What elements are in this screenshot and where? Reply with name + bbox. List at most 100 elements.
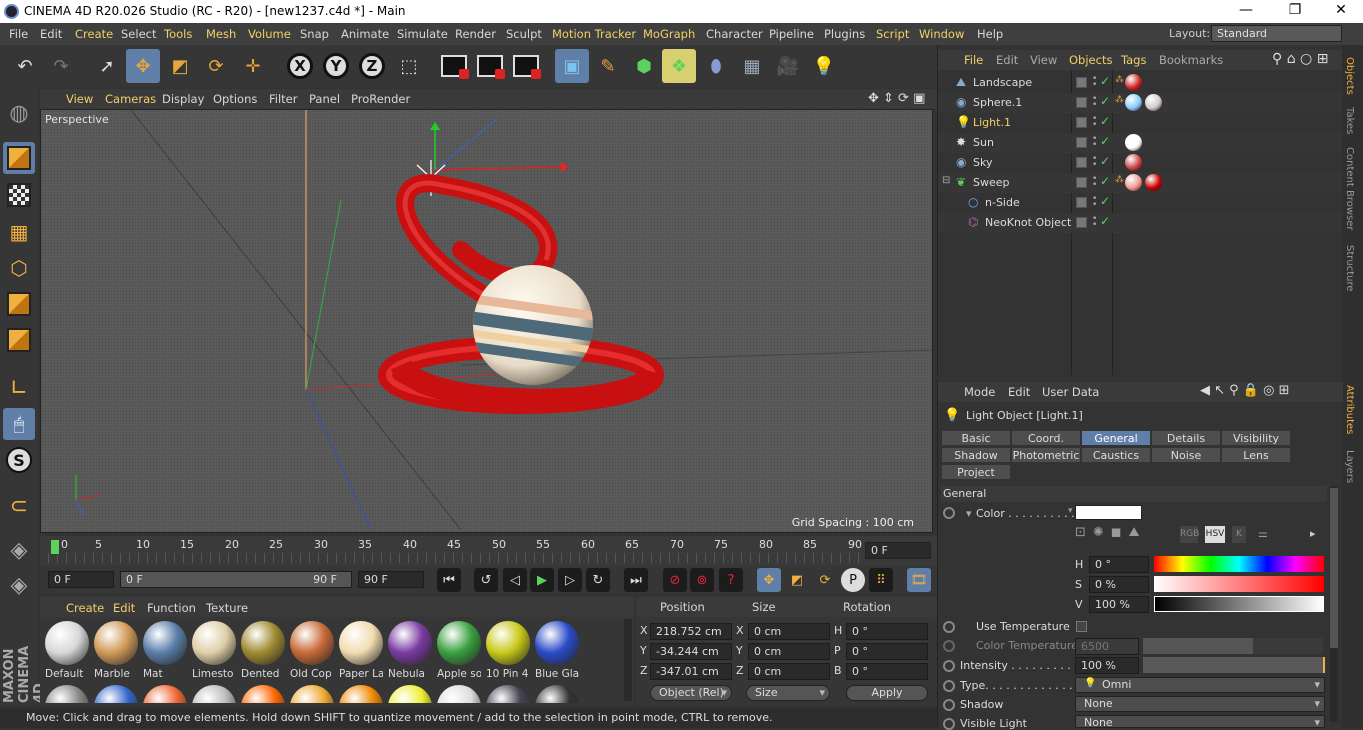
type-radio[interactable] [943, 680, 955, 692]
locked-workplane-icon[interactable]: ◈ [3, 569, 35, 601]
z-axis-lock-icon[interactable]: Z [355, 49, 389, 83]
material-swatch-partial[interactable] [290, 685, 334, 703]
material-swatch-partial[interactable] [535, 685, 579, 703]
am-menu-user-data[interactable]: User Data [1042, 385, 1099, 399]
am-menu-edit[interactable]: Edit [1008, 385, 1030, 399]
object-row[interactable]: ✸ Sun • • ✓ [938, 133, 1343, 153]
enabled-check-icon[interactable]: ✓ [1100, 154, 1110, 168]
material-swatch-partial[interactable] [437, 685, 481, 703]
maximize-button[interactable]: ❐ [1275, 2, 1315, 20]
texture-mode-icon[interactable] [3, 179, 35, 211]
hue-field[interactable]: 0 ° [1089, 556, 1149, 573]
subdivision-icon[interactable]: ⬢ [627, 49, 661, 83]
phong-tag-icon[interactable]: ⁂ [1115, 175, 1124, 185]
cube-object-icon[interactable]: ▣ [555, 49, 589, 83]
menu-tools[interactable]: Tools [164, 27, 192, 41]
material-swatch-partial[interactable] [143, 685, 187, 703]
menu-animate[interactable]: Animate [341, 27, 389, 41]
material-tag-icon[interactable] [1125, 74, 1142, 91]
material-swatch[interactable]: Dented [241, 621, 285, 683]
layer-checkbox[interactable] [1076, 117, 1087, 128]
phong-tag-icon[interactable]: ⁂ [1115, 95, 1124, 105]
axis-mode-icon[interactable]: ∟ [3, 372, 35, 404]
visibility-dots[interactable]: • • [1092, 95, 1100, 110]
material-menu-edit[interactable]: Edit [113, 601, 135, 615]
enabled-check-icon[interactable]: ✓ [1100, 174, 1110, 188]
side-tab-content-browser[interactable]: Content Browser [1344, 147, 1355, 230]
om-menu-edit[interactable]: Edit [996, 53, 1018, 67]
attribute-tab[interactable]: Noise [1151, 447, 1221, 463]
material-swatch[interactable]: Marble [94, 621, 138, 683]
menu-create[interactable]: Create [75, 27, 113, 41]
layer-checkbox[interactable] [1076, 77, 1087, 88]
viewport-menu-cameras[interactable]: Cameras [105, 92, 156, 106]
enabled-check-icon[interactable]: ✓ [1100, 134, 1110, 148]
autokey-icon[interactable]: ⊚ [690, 568, 714, 592]
object-row[interactable]: ◉ Sky • • ✓ [938, 153, 1343, 173]
om-menu-file[interactable]: File [964, 53, 983, 67]
timeline-ruler[interactable] [48, 553, 860, 563]
y-axis-lock-icon[interactable]: Y [319, 49, 353, 83]
rotation-field[interactable]: 0 ° [846, 643, 928, 660]
material-tag-icon[interactable] [1125, 154, 1142, 171]
solo-mode-icon[interactable]: S [3, 444, 35, 476]
start-frame-field[interactable]: 0 F [48, 571, 114, 588]
layer-checkbox[interactable] [1076, 97, 1087, 108]
color-temperature-field[interactable]: 6500 [1075, 638, 1139, 655]
object-row[interactable]: ◉ Sphere.1 • • ✓ ⁂ [938, 93, 1343, 113]
next-key-icon[interactable]: ↻ [586, 568, 610, 592]
expand-arrow-icon[interactable]: ▾ [966, 507, 972, 520]
viewport-menu-filter[interactable]: Filter [269, 92, 297, 106]
attribute-tab[interactable]: Details [1151, 430, 1221, 446]
om-menu-bookmarks[interactable]: Bookmarks [1159, 53, 1223, 67]
layer-checkbox[interactable] [1076, 157, 1087, 168]
material-swatch-partial[interactable] [45, 685, 89, 703]
enabled-check-icon[interactable]: ✓ [1100, 94, 1110, 108]
viewport-menu-view[interactable]: View [66, 92, 93, 106]
attribute-tab[interactable]: General [1081, 430, 1151, 446]
attribute-tab[interactable]: Project [941, 464, 1011, 480]
rotation-field[interactable]: 0 ° [846, 623, 928, 640]
use-temperature-checkbox[interactable] [1076, 621, 1087, 632]
menu-edit[interactable]: Edit [40, 27, 62, 41]
apply-button[interactable]: Apply [846, 685, 928, 701]
om-menu-view[interactable]: View [1030, 53, 1057, 67]
make-editable-icon[interactable]: ◍ [3, 97, 35, 129]
phong-tag-icon[interactable]: ⁂ [1115, 75, 1124, 85]
menu-motion-tracker[interactable]: Motion Tracker [552, 27, 636, 41]
menu-pipeline[interactable]: Pipeline [769, 27, 814, 41]
enabled-check-icon[interactable]: ✓ [1100, 194, 1110, 208]
saturation-slider[interactable] [1154, 576, 1324, 592]
perspective-viewport[interactable]: Perspective Grid Spacing: 100 cm [40, 109, 933, 533]
object-row[interactable]: ⊟ ❦ Sweep • • ✓ ⁂ [938, 173, 1343, 193]
object-row[interactable]: ⛰ Landscape • • ✓ ⁂ [938, 73, 1343, 93]
menu-snap[interactable]: Snap [300, 27, 329, 41]
material-menu-texture[interactable]: Texture [206, 601, 248, 615]
material-swatch[interactable]: Apple so [437, 621, 481, 683]
position-field[interactable]: -347.01 cm [650, 663, 732, 680]
position-field[interactable]: -34.244 cm [650, 643, 732, 660]
menu-simulate[interactable]: Simulate [397, 27, 448, 41]
snap-magnet-icon[interactable]: ⊂ [3, 490, 35, 522]
material-swatch[interactable]: 10 Pin 4 [486, 621, 530, 683]
saturation-field[interactable]: 0 % [1089, 576, 1149, 593]
intensity-slider[interactable] [1143, 657, 1325, 673]
enabled-check-icon[interactable]: ✓ [1100, 74, 1110, 88]
workplane-lock-icon[interactable]: ◈ [3, 534, 35, 566]
attribute-tab[interactable]: Basic [941, 430, 1011, 446]
floor-icon[interactable]: ▦ [735, 49, 769, 83]
key-pla-icon[interactable]: ⠿ [869, 568, 893, 592]
menu-script[interactable]: Script [876, 27, 909, 41]
attribute-tab[interactable]: Visibility [1221, 430, 1291, 446]
material-swatch-partial[interactable] [486, 685, 530, 703]
visibility-dots[interactable]: • • [1092, 75, 1100, 90]
material-tag-icon[interactable] [1145, 174, 1162, 191]
coordinate-system-icon[interactable]: ⬚ [392, 49, 426, 83]
mixer-icon[interactable]: ⚌ [1258, 527, 1268, 540]
rotate-tool-icon[interactable]: ⟳ [199, 49, 233, 83]
menu-character[interactable]: Character [706, 27, 763, 41]
side-tab-structure[interactable]: Structure [1344, 245, 1355, 292]
visibility-dots[interactable]: • • [1092, 155, 1100, 170]
key-position-icon[interactable]: ✥ [757, 568, 781, 592]
menu-file[interactable]: File [9, 27, 28, 41]
